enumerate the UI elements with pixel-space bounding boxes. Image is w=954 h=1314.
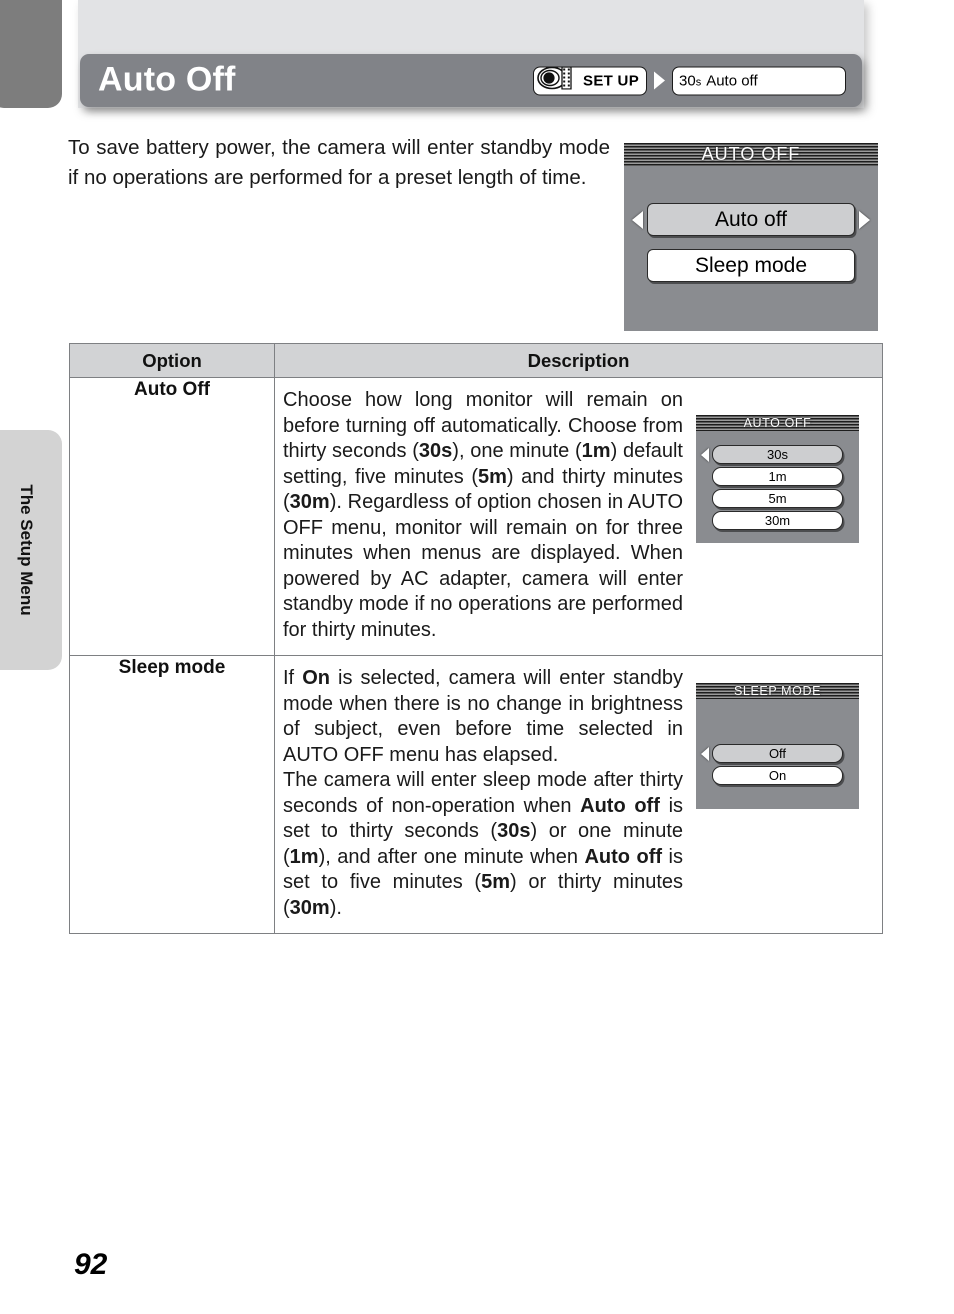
options-table: Option Description Auto Off Choose how l… bbox=[69, 343, 883, 934]
page-number: 92 bbox=[74, 1248, 108, 1281]
chapter-side-tab-label: The Setup Menu bbox=[17, 484, 36, 616]
setup-badge-label: SET UP bbox=[583, 72, 639, 89]
lcd-title: AUTO OFF bbox=[743, 416, 812, 430]
page-title: Auto Off bbox=[98, 60, 236, 99]
lcd-title: SLEEP MODE bbox=[733, 684, 822, 698]
triangle-left-icon bbox=[701, 447, 709, 462]
lcd-title: AUTO OFF bbox=[701, 144, 801, 164]
lcd-title-bar: AUTO OFF bbox=[624, 143, 878, 166]
lcd-option-5m[interactable]: 5m bbox=[712, 489, 843, 508]
table-row: Auto Off Choose how long monitor will re… bbox=[69, 377, 883, 656]
option-name-auto-off: Auto Off bbox=[69, 377, 275, 656]
lcd-option-row: On bbox=[696, 766, 859, 785]
lcd-option-sleep-mode[interactable]: Sleep mode bbox=[647, 249, 855, 282]
lcd-option-row: Sleep mode bbox=[624, 249, 878, 282]
value-number: 30s bbox=[679, 72, 702, 89]
lcd-option-30s[interactable]: 30s bbox=[712, 445, 843, 464]
lcd-option-list: 30s 1m 5m 30m bbox=[696, 431, 859, 530]
lcd-option-auto-off[interactable]: Auto off bbox=[647, 203, 855, 236]
triangle-left-icon bbox=[632, 210, 643, 229]
value-label: Auto off bbox=[706, 72, 758, 89]
option-name-sleep-mode: Sleep mode bbox=[69, 655, 275, 934]
page-header-bar: Auto Off SET UP 30s Auto off bbox=[80, 54, 862, 107]
lcd-option-list: Off On bbox=[696, 699, 859, 785]
chevron-right-icon bbox=[654, 71, 665, 90]
column-header-description: Description bbox=[274, 343, 883, 378]
triangle-left-icon bbox=[701, 746, 709, 761]
lcd-title-bar: AUTO OFF bbox=[696, 415, 859, 431]
corner-tab-decoration bbox=[0, 0, 62, 108]
lcd-title-bar: SLEEP MODE bbox=[696, 683, 859, 699]
lcd-option-row: 30s bbox=[696, 445, 859, 464]
intro-paragraph: To save battery power, the camera will e… bbox=[68, 136, 610, 189]
current-value-badge[interactable]: 30s Auto off bbox=[672, 66, 846, 95]
lcd-option-30m[interactable]: 30m bbox=[712, 511, 843, 530]
lcd-option-row: 1m bbox=[696, 467, 859, 486]
triangle-right-icon bbox=[859, 210, 870, 229]
setup-menu-badge[interactable]: SET UP bbox=[533, 66, 647, 95]
lcd-option-row: Auto off bbox=[624, 203, 878, 236]
lcd-option-off[interactable]: Off bbox=[712, 744, 843, 763]
lcd-option-row: 30m bbox=[696, 511, 859, 530]
lcd-option-on[interactable]: On bbox=[712, 766, 843, 785]
description-cell-sleep-mode: If On is selected, camera will enter sta… bbox=[274, 655, 883, 934]
lcd-option-row: Off bbox=[696, 744, 859, 763]
camera-film-icon bbox=[537, 66, 581, 95]
description-text-auto-off: Choose how long monitor will remain on b… bbox=[283, 389, 683, 641]
lcd-option-row: 5m bbox=[696, 489, 859, 508]
column-header-option: Option bbox=[69, 343, 275, 378]
table-header-row: Option Description bbox=[69, 343, 883, 378]
lcd-screenshot-auto-off-options: AUTO OFF 30s 1m 5m 30m bbox=[696, 415, 859, 543]
description-illustration: SLEEP MODE Off On bbox=[683, 656, 859, 809]
breadcrumb: SET UP 30s Auto off bbox=[533, 66, 846, 95]
description-text-sleep-mode: If On is selected, camera will enter sta… bbox=[283, 667, 684, 919]
lcd-screenshot-auto-off-menu: AUTO OFF Auto off Sleep mode bbox=[624, 143, 878, 331]
table-row: Sleep mode If On is selected, camera wil… bbox=[69, 655, 883, 934]
lcd-screenshot-sleep-mode-options: SLEEP MODE Off On bbox=[696, 683, 859, 809]
description-illustration: AUTO OFF 30s 1m 5m 30m bbox=[683, 378, 859, 543]
chapter-side-tab: The Setup Menu bbox=[0, 430, 62, 670]
lcd-option-1m[interactable]: 1m bbox=[712, 467, 843, 486]
lcd-option-list: Auto off Sleep mode bbox=[624, 166, 878, 282]
description-cell-auto-off: Choose how long monitor will remain on b… bbox=[274, 377, 883, 656]
